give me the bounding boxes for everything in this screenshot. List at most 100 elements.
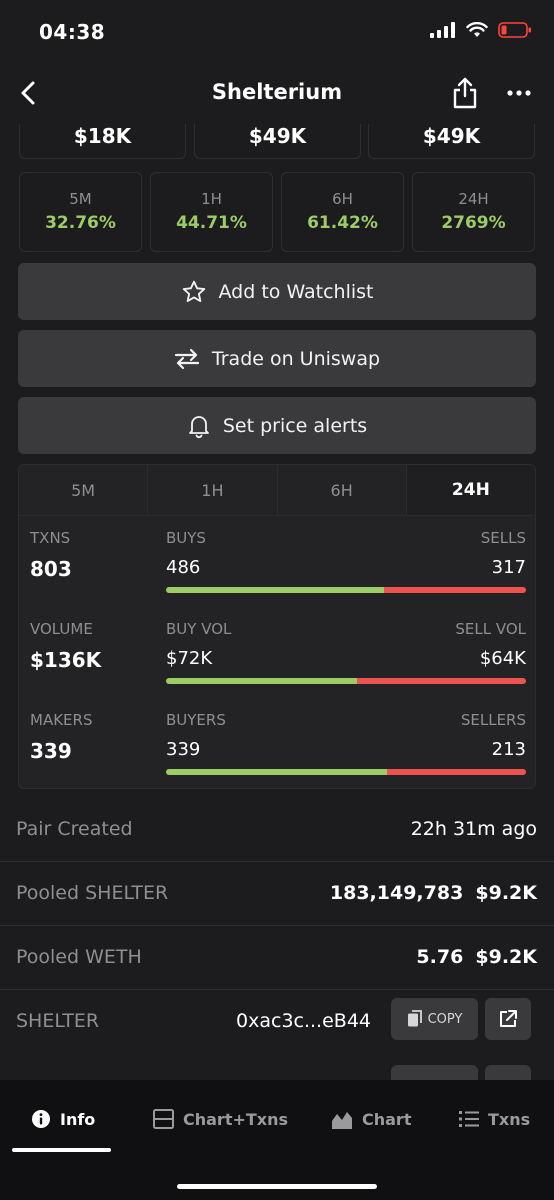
change-value: 32.76% <box>45 213 116 233</box>
tab-txns[interactable]: Txns <box>459 1107 530 1131</box>
share-icon[interactable] <box>450 76 480 110</box>
pooled-weth-row: Pooled WETH 5.76 $9.2K <box>0 926 554 990</box>
nav-header: Shelterium <box>0 66 554 124</box>
makers-value: 339 <box>30 739 72 763</box>
pooled-weth-usd: $9.2K <box>475 946 537 968</box>
change-label: 1H <box>201 190 222 208</box>
change-value: 44.71% <box>176 213 247 233</box>
sells-value: 317 <box>491 557 526 578</box>
pair-created-value: 22h 31m ago <box>410 818 537 840</box>
change-box-5m: 5M 32.76% <box>19 172 142 252</box>
active-tab-indicator <box>12 1148 111 1152</box>
buy-bar <box>166 769 387 775</box>
set-price-alerts-button[interactable]: Set price alerts <box>18 397 536 454</box>
pooled-weth-amount: 5.76 <box>416 946 464 968</box>
copy-address-button[interactable]: COPY <box>391 998 478 1040</box>
tab-1h[interactable]: 1H <box>148 465 278 515</box>
trade-label: Trade on Uniswap <box>211 347 381 370</box>
tab-chart[interactable]: Chart <box>331 1107 411 1131</box>
copy-label: COPY <box>427 1011 463 1027</box>
bottom-tab-bar: Info Chart+Txns Chart Txns <box>0 1080 554 1200</box>
sellers-value: 213 <box>491 739 526 760</box>
buy-sell-volume-bar <box>166 678 526 684</box>
buy-vol-value: $72K <box>166 648 213 669</box>
tab-6h[interactable]: 6H <box>278 465 407 515</box>
change-box-24h: 24H 2769% <box>412 172 535 252</box>
pair-created-label: Pair Created <box>16 818 133 840</box>
signal-icon <box>430 22 455 38</box>
txns-row: TXNS 803 BUYS 486 SELLS 317 <box>19 529 535 619</box>
copy-icon <box>407 1010 422 1027</box>
tab-info[interactable]: Info <box>31 1107 95 1131</box>
trade-on-uniswap-button[interactable]: Trade on Uniswap <box>18 330 536 387</box>
change-label: 24H <box>458 190 489 208</box>
tab-chart-txns[interactable]: Chart+Txns <box>153 1107 288 1131</box>
sells-label: SELLS <box>480 529 526 547</box>
buyers-sellers-bar <box>166 769 526 775</box>
tab-24h[interactable]: 24H <box>406 465 535 515</box>
change-value: 2769% <box>441 213 506 233</box>
price-box: $49K <box>368 124 535 159</box>
shelter-address-row: SHELTER 0xac3c...eB44 COPY <box>0 990 554 1054</box>
tab-chart-txns-label: Chart+Txns <box>183 1109 289 1129</box>
pooled-shelter-row: Pooled SHELTER 183,149,783 $9.2K <box>0 862 554 926</box>
weth-address-row <box>0 1065 554 1080</box>
change-value: 61.42% <box>307 213 378 233</box>
buyers-value: 339 <box>166 739 201 760</box>
price-box: $18K <box>19 124 186 159</box>
area-chart-icon <box>332 1112 352 1129</box>
change-box-1h: 1H 44.71% <box>150 172 273 252</box>
pooled-weth-label: Pooled WETH <box>16 946 142 968</box>
price-box: $49K <box>194 124 361 159</box>
battery-low-icon <box>498 22 531 38</box>
timeframe-tabs: 5M 1H 6H 24H <box>19 465 535 516</box>
open-weth-explorer-button[interactable] <box>485 1065 531 1080</box>
swap-arrows-icon <box>174 348 200 369</box>
sell-vol-label: SELL VOL <box>455 620 526 638</box>
bell-icon <box>188 415 209 438</box>
copy-weth-address-button[interactable] <box>391 1065 478 1080</box>
wifi-icon <box>466 22 488 37</box>
sell-bar <box>384 587 526 593</box>
status-time: 04:38 <box>39 20 106 44</box>
txns-value: 803 <box>30 557 72 581</box>
status-bar: 04:38 <box>0 0 554 66</box>
pooled-shelter-usd: $9.2K <box>475 882 537 904</box>
status-icons <box>430 22 532 38</box>
shelter-label: SHELTER <box>16 1010 100 1032</box>
open-explorer-button[interactable] <box>485 998 531 1040</box>
star-icon <box>182 280 205 302</box>
tab-info-label: Info <box>60 1109 96 1129</box>
change-label: 6H <box>332 190 353 208</box>
change-label: 5M <box>69 190 92 208</box>
more-options-icon[interactable] <box>505 76 533 110</box>
watchlist-label: Add to Watchlist <box>218 280 374 303</box>
pooled-shelter-amount: 183,149,783 <box>329 882 464 904</box>
tab-5m[interactable]: 5M <box>19 465 149 515</box>
sell-vol-value: $64K <box>479 648 526 669</box>
sell-bar <box>387 769 526 775</box>
sell-bar <box>357 678 526 684</box>
buy-vol-label: BUY VOL <box>166 620 232 638</box>
volume-row: VOLUME $136K BUY VOL $72K SELL VOL $64K <box>19 620 535 710</box>
volume-label: VOLUME <box>30 620 93 638</box>
pair-created-row: Pair Created 22h 31m ago <box>0 798 554 862</box>
makers-row: MAKERS 339 BUYERS 339 SELLERS 213 <box>19 711 535 788</box>
change-box-6h: 6H 61.42% <box>281 172 404 252</box>
transactions-panel: 5M 1H 6H 24H TXNS 803 BUYS 486 SELLS 317… <box>18 464 536 789</box>
sellers-label: SELLERS <box>460 711 526 729</box>
buy-sell-ratio-bar <box>166 587 526 593</box>
external-link-icon <box>500 1010 517 1027</box>
pooled-shelter-label: Pooled SHELTER <box>16 882 169 904</box>
home-indicator[interactable] <box>177 1184 377 1189</box>
info-icon <box>32 1110 50 1128</box>
shelter-address: 0xac3c...eB44 <box>236 1010 371 1032</box>
list-icon <box>459 1111 479 1127</box>
info-content[interactable]: $18K $49K $49K 5M 32.76% 1H 44.71% 6H 61… <box>0 124 554 1080</box>
volume-value: $136K <box>30 648 102 672</box>
buys-value: 486 <box>166 557 201 578</box>
txns-label: TXNS <box>30 529 71 547</box>
add-to-watchlist-button[interactable]: Add to Watchlist <box>18 263 536 320</box>
buy-bar <box>166 678 357 684</box>
buyers-label: BUYERS <box>166 711 226 729</box>
